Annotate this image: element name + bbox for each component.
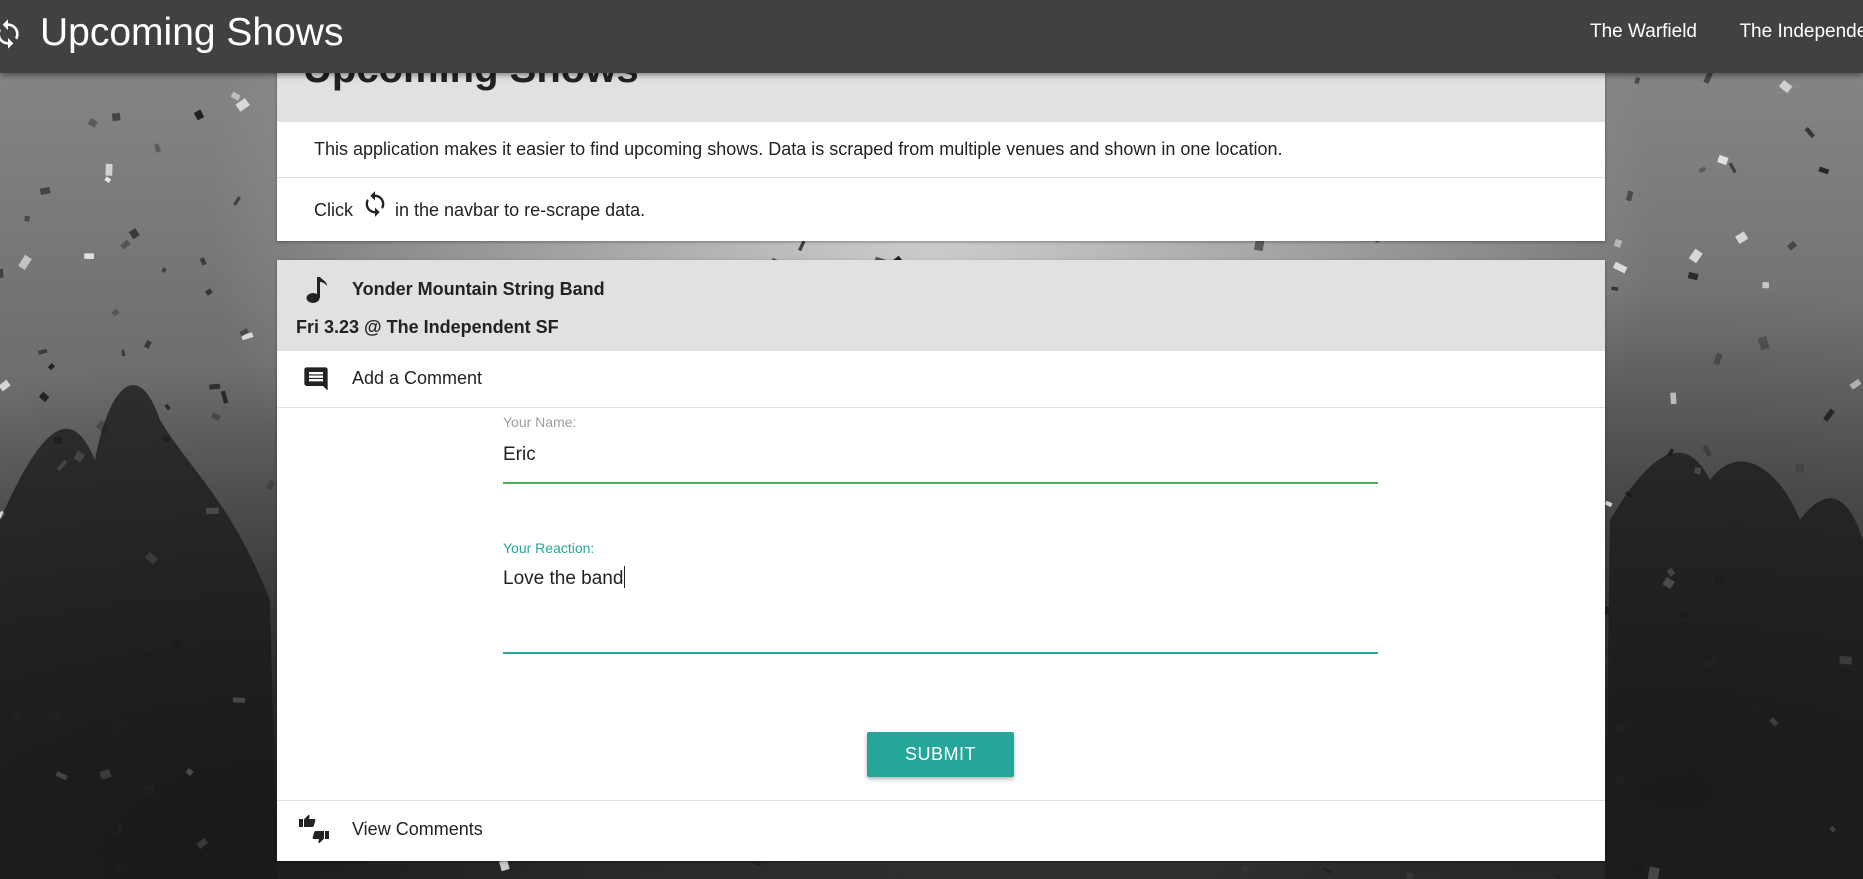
- refresh-icon: [365, 191, 385, 217]
- show-card-header: Yonder Mountain String Band Fri 3.23 @ T…: [277, 260, 1605, 351]
- confetti-piece: [24, 215, 31, 222]
- reaction-input-value: Love the band: [503, 568, 624, 589]
- confetti-piece: [39, 186, 51, 196]
- view-comments-label: View Comments: [352, 819, 483, 839]
- brand-title[interactable]: Upcoming Shows: [40, 10, 343, 56]
- confetti-piece: [205, 288, 213, 296]
- confetti-piece: [111, 308, 120, 317]
- confetti-piece: [1604, 500, 1613, 508]
- confetti-piece: [1405, 872, 1415, 879]
- confetti-piece: [266, 479, 276, 491]
- confetti-piece: [1698, 166, 1707, 174]
- confetti-piece: [1728, 162, 1737, 174]
- confetti-piece: [47, 362, 56, 371]
- comment-form: Your Name: Your Reaction: Love the band …: [277, 408, 1605, 801]
- confetti-piece: [220, 390, 229, 404]
- band-name: Yonder Mountain String Band: [352, 279, 605, 299]
- confetti-piece: [111, 112, 121, 122]
- instruction-click-word: Click: [314, 200, 353, 220]
- confetti-piece: [1717, 154, 1729, 166]
- reaction-input-underline: [503, 652, 1378, 654]
- confetti-piece: [1613, 238, 1623, 248]
- confetti-piece: [0, 268, 4, 278]
- show-date-venue: Fri 3.23 @ The Independent SF: [296, 317, 559, 337]
- confetti-piece: [1612, 261, 1628, 274]
- confetti-piece: [1818, 166, 1830, 175]
- confetti-piece: [37, 348, 48, 355]
- confetti-piece: [1795, 464, 1805, 474]
- add-comment-label: Add a Comment: [352, 368, 483, 388]
- confetti-piece: [120, 239, 131, 250]
- confetti-piece: [233, 196, 241, 206]
- confetti-piece: [1703, 71, 1713, 84]
- confetti-piece: [18, 254, 32, 270]
- confetti-piece: [1804, 126, 1815, 139]
- confetti-piece: [199, 257, 207, 266]
- confetti-piece: [105, 163, 113, 176]
- confetti-piece: [1823, 408, 1835, 422]
- confetti-piece: [209, 383, 221, 390]
- intro-card: Upcoming Shows This application makes it…: [277, 60, 1605, 241]
- confetti-piece: [1611, 286, 1619, 291]
- intro-description: This application makes it easier to find…: [314, 139, 1283, 159]
- intro-description-row: This application makes it easier to find…: [277, 122, 1605, 178]
- confetti-piece: [211, 412, 221, 422]
- confetti-piece: [161, 267, 167, 273]
- show-card: Yonder Mountain String Band Fri 3.23 @ T…: [277, 260, 1605, 861]
- submit-button[interactable]: SUBMIT: [867, 732, 1014, 777]
- confetti-piece: [1702, 444, 1713, 457]
- nav-links: The Warfield The Independent: [1590, 0, 1863, 73]
- name-field-label: Your Name:: [503, 414, 577, 430]
- instruction-rest: in the navbar to re-scrape data.: [395, 200, 646, 220]
- nav-link-warfield[interactable]: The Warfield: [1590, 0, 1697, 64]
- confetti-piece: [1778, 80, 1793, 94]
- confetti-piece: [1625, 190, 1634, 202]
- comment-icon: [304, 367, 328, 391]
- confetti-piece: [1322, 867, 1333, 874]
- confetti-piece: [164, 403, 171, 411]
- navbar: Upcoming Shows The Warfield The Independ…: [0, 0, 1863, 73]
- text-caret: [624, 566, 626, 588]
- confetti-piece: [1688, 248, 1703, 264]
- confetti-piece: [38, 391, 50, 403]
- confetti-piece: [1849, 378, 1862, 390]
- confetti-piece: [1687, 271, 1699, 281]
- confetti-piece: [1757, 336, 1770, 351]
- name-input[interactable]: [503, 440, 1378, 470]
- confetti-piece: [1670, 392, 1677, 405]
- intro-instruction-row: Click in the navbar to re-scrape data.: [277, 178, 1605, 241]
- confetti-piece: [1787, 240, 1798, 251]
- confetti-piece: [193, 109, 205, 121]
- reaction-input[interactable]: Love the band: [503, 566, 1378, 646]
- confetti-piece: [0, 379, 11, 392]
- music-note-icon: [306, 277, 327, 303]
- refresh-icon[interactable]: [0, 18, 24, 50]
- reaction-field-label: Your Reaction:: [503, 540, 595, 556]
- confetti-piece: [153, 143, 162, 153]
- confetti-piece: [1713, 352, 1723, 366]
- confetti-piece: [1735, 231, 1749, 245]
- confetti-piece: [121, 349, 126, 357]
- confetti-piece: [87, 117, 98, 128]
- confetti-piece: [128, 228, 140, 240]
- confetti-piece: [1634, 76, 1641, 85]
- thumbs-up-down-icon: [299, 815, 329, 843]
- confetti-piece: [1762, 282, 1769, 289]
- view-comments-toggle[interactable]: View Comments: [277, 801, 1605, 859]
- confetti-piece: [230, 91, 241, 101]
- confetti-piece: [104, 176, 112, 183]
- nav-link-independent[interactable]: The Independent: [1739, 0, 1863, 64]
- name-input-underline: [503, 482, 1378, 484]
- confetti-piece: [798, 240, 806, 252]
- confetti-piece: [84, 253, 94, 260]
- add-comment-toggle[interactable]: Add a Comment: [277, 351, 1605, 408]
- confetti-piece: [499, 859, 510, 872]
- confetti-piece: [1240, 864, 1251, 874]
- confetti-piece: [143, 340, 152, 349]
- confetti-piece: [1555, 873, 1564, 879]
